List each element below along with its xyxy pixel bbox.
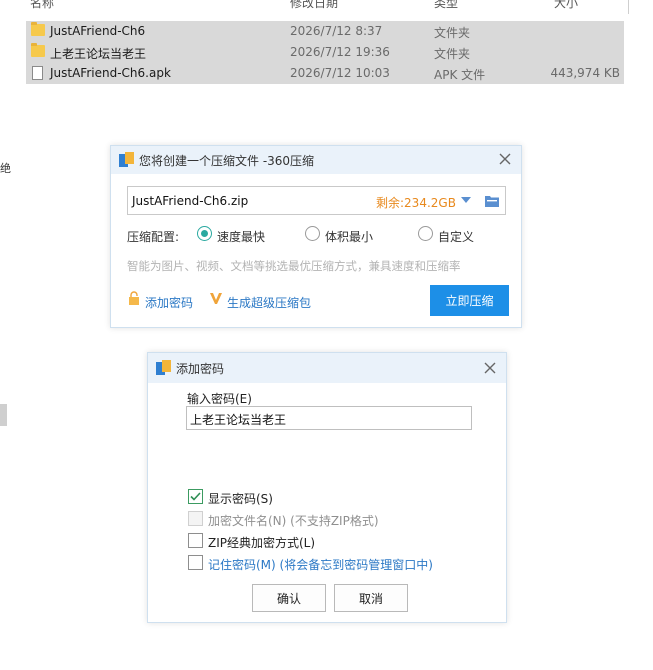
password-input-label: 输入密码(E) [187,392,252,406]
compress-config-label: 压缩配置: [127,230,180,244]
sidebar-fragment: 绝 [0,162,11,175]
add-password-link[interactable]: 添加密码 [145,294,193,311]
file-type: APK 文件 [434,68,486,82]
file-icon [32,66,43,80]
file-name: JustAFriend-Ch6.apk [50,66,171,80]
compress-dialog: 您将创建一个压缩文件 -360压缩 JustAFriend-Ch6.zip 剩余… [110,145,522,328]
file-date: 2026/7/12 8:37 [290,24,383,38]
free-space-label: 剩余:234.2GB [376,196,456,210]
file-row[interactable]: JustAFriend-Ch6 2026/7/12 8:37 文件夹 [26,21,624,42]
zip-classic-encryption-label[interactable]: ZIP经典加密方式(L) [208,534,315,551]
compress-dialog-titlebar[interactable]: 您将创建一个压缩文件 -360压缩 [111,146,521,174]
radio-smallest-label[interactable]: 体积最小 [325,228,373,245]
close-icon[interactable] [482,360,498,376]
remember-password-checkbox[interactable] [188,555,203,570]
file-type: 文件夹 [434,47,471,61]
password-input[interactable] [186,406,472,430]
file-type: 文件夹 [434,26,471,40]
folder-icon [31,22,45,36]
compress-hint-text: 智能为图片、视频、文档等挑选最优压缩方式，兼具速度和压缩率 [127,259,461,273]
file-date: 2026/7/12 19:36 [290,45,390,59]
column-date[interactable]: 修改日期 [290,0,338,11]
radio-smallest[interactable] [305,226,320,241]
lock-icon [128,291,140,305]
archive-filename-field[interactable]: JustAFriend-Ch6.zip 剩余:234.2GB [127,186,506,215]
file-name: JustAFriend-Ch6 [50,24,146,38]
zip-app-icon [119,152,134,167]
file-list-header: 名称 修改日期 类型 大小 [26,0,630,12]
super-compress-icon [209,291,223,305]
zip-classic-encryption-checkbox[interactable] [188,533,203,548]
folder-icon [31,43,45,57]
file-row[interactable]: JustAFriend-Ch6.apk 2026/7/12 10:03 APK … [26,63,624,84]
archive-filename[interactable]: JustAFriend-Ch6.zip [132,194,248,208]
folder-browse-icon[interactable] [485,194,499,207]
add-password-dialog: 添加密码 输入密码(E) 显示密码(S) 加密文件名(N) (不支持ZIP格式)… [147,352,507,623]
zip-app-icon [156,360,171,375]
file-date: 2026/7/12 10:03 [290,66,390,80]
show-password-checkbox[interactable] [188,489,203,504]
encrypt-filenames-checkbox [188,511,203,526]
chevron-down-icon[interactable] [460,194,472,206]
column-divider [628,0,629,14]
remember-password-label[interactable]: 记住密码(M) (将会备忘到密码管理窗口中) [208,556,433,573]
close-icon[interactable] [497,151,513,167]
password-dialog-title: 添加密码 [176,362,225,376]
file-name: 上老王论坛当老王 [50,47,147,61]
confirm-button[interactable]: 确认 [252,584,326,612]
file-size: 443,974 KB [550,66,620,80]
radio-fastest-label[interactable]: 速度最快 [217,228,265,245]
scrollbar-fragment[interactable] [0,404,7,426]
compress-now-button[interactable]: 立即压缩 [430,285,509,316]
encrypt-filenames-label: 加密文件名(N) (不支持ZIP格式) [208,514,379,528]
column-name[interactable]: 名称 [30,0,54,11]
radio-custom[interactable] [418,226,433,241]
column-size[interactable]: 大小 [554,0,578,11]
radio-fastest[interactable] [197,226,212,241]
compress-dialog-title: 您将创建一个压缩文件 -360压缩 [139,154,315,168]
radio-custom-label[interactable]: 自定义 [438,228,474,245]
show-password-label[interactable]: 显示密码(S) [208,490,273,507]
file-row[interactable]: 上老王论坛当老王 2026/7/12 19:36 文件夹 [26,42,624,63]
column-type[interactable]: 类型 [434,0,458,11]
cancel-button[interactable]: 取消 [334,584,408,612]
super-compress-link[interactable]: 生成超级压缩包 [227,294,311,311]
password-dialog-titlebar[interactable]: 添加密码 [148,353,506,383]
